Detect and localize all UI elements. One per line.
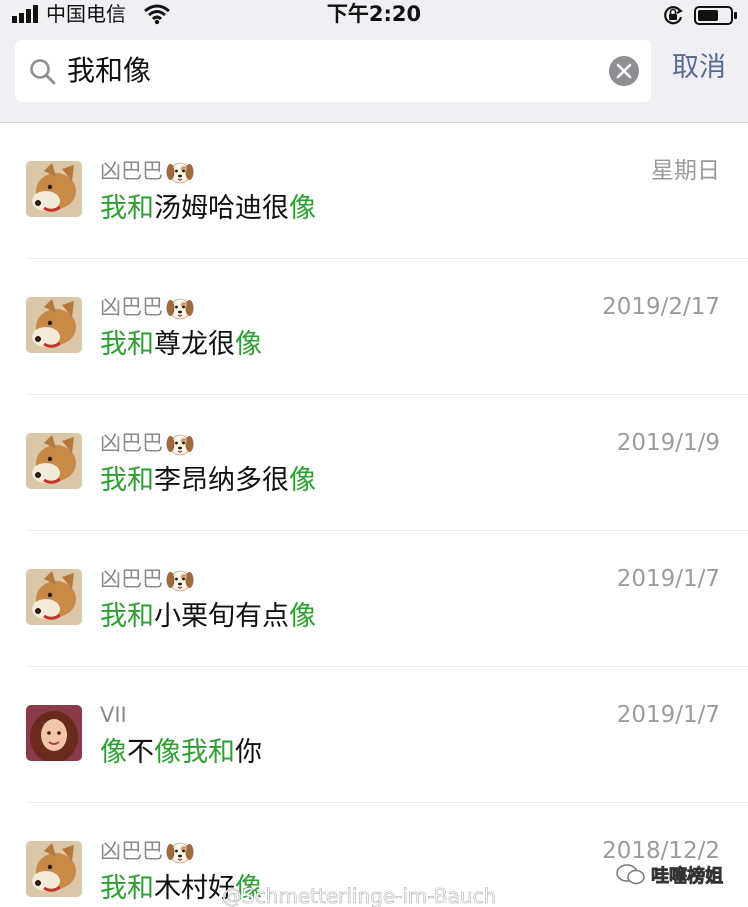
sender-label: 凶巴巴 <box>100 295 163 319</box>
dog-emoji-icon <box>166 570 194 592</box>
message-snippet: 我和汤姆哈迪很像 <box>100 191 316 227</box>
message-date: 2019/1/7 <box>616 702 720 728</box>
search-result-row[interactable]: 凶巴巴 星期日我和汤姆哈迪很像 <box>0 123 748 259</box>
search-result-row[interactable]: 凶巴巴 2019/1/9 我和李昂纳多很像 <box>0 395 748 531</box>
dog-emoji-icon <box>166 842 194 864</box>
clear-icon <box>616 63 632 79</box>
status-time: 下午2:20 <box>326 2 422 26</box>
message-snippet: 我和尊龙很像 <box>100 327 262 363</box>
search-header: 我和像 取消 <box>0 30 748 123</box>
message-text: 你 <box>235 737 262 768</box>
message-snippet: 像不像我和你 <box>100 735 262 771</box>
highlighted-match: 像 <box>289 601 316 632</box>
brand-name: 哇噻榜姐 <box>651 866 724 888</box>
sender-label: 凶巴巴 <box>100 431 163 455</box>
sender-name: VII <box>100 701 127 729</box>
wechat-icon <box>616 864 645 885</box>
highlighted-match: 像 <box>289 193 316 224</box>
highlighted-match: 我和 <box>100 329 154 360</box>
avatar <box>26 161 82 217</box>
search-result-row[interactable]: VII 2019/1/7 像不像我和你 <box>0 667 748 803</box>
highlighted-match: 我和 <box>100 465 154 496</box>
avatar <box>26 841 82 897</box>
message-text: 尊龙很 <box>154 329 235 360</box>
dog-emoji-icon <box>166 162 194 184</box>
highlighted-match: 我和 <box>100 193 154 224</box>
sender-label: VII <box>100 703 127 727</box>
message-text: 不 <box>127 737 154 768</box>
search-result-row[interactable]: 凶巴巴 2019/2/17 我和尊龙很像 <box>0 259 748 395</box>
sender-name: 凶巴巴 <box>100 837 194 865</box>
clear-search-button[interactable] <box>609 56 639 86</box>
status-bar: 中国电信 下午2:20 <box>0 0 748 30</box>
highlighted-match: 像 <box>289 465 316 496</box>
search-box[interactable]: 我和像 <box>15 40 651 102</box>
brand-watermark: 哇噻榜姐 <box>616 862 723 890</box>
highlighted-match: 像我和 <box>154 737 235 768</box>
battery-icon <box>694 6 737 25</box>
avatar <box>26 569 82 625</box>
sender-name: 凶巴巴 <box>100 293 194 321</box>
orientation-lock-icon <box>664 6 683 25</box>
message-text: 李昂纳多很 <box>154 465 289 496</box>
sender-name: 凶巴巴 <box>100 429 194 457</box>
message-snippet: 我和李昂纳多很像 <box>100 463 316 499</box>
sender-name: 凶巴巴 <box>100 565 194 593</box>
sender-name: 凶巴巴 <box>100 157 194 185</box>
message-date: 2019/1/9 <box>616 430 720 456</box>
dog-emoji-icon <box>166 434 194 456</box>
highlighted-match: 像 <box>100 737 127 768</box>
search-result-row[interactable]: 凶巴巴 2019/1/7 我和小栗旬有点像 <box>0 531 748 667</box>
search-results-list: 凶巴巴 星期日 我和汤姆哈迪很像 凶巴巴 2019/2/17 我和尊龙很像 凶巴巴 2019/… <box>0 123 748 907</box>
sender-label: 凶巴巴 <box>100 839 163 863</box>
message-text: 小栗旬有点 <box>154 601 289 632</box>
avatar <box>26 297 82 353</box>
message-snippet: 我和小栗旬有点像 <box>100 599 316 635</box>
dog-emoji-icon <box>166 298 194 320</box>
search-input[interactable]: 我和像 <box>67 40 607 102</box>
highlighted-match: 我和 <box>100 601 154 632</box>
avatar <box>26 705 82 761</box>
weibo-watermark: @Schmetterlinge-im-Bauch <box>222 884 497 907</box>
highlighted-match: 像 <box>235 329 262 360</box>
highlighted-match: 我和 <box>100 873 154 904</box>
message-date: 2019/1/7 <box>616 566 720 592</box>
message-text: 汤姆哈迪很 <box>154 193 289 224</box>
message-date: 2019/2/17 <box>602 294 720 320</box>
search-icon <box>30 59 56 85</box>
message-date: 2018/12/2 <box>602 838 720 864</box>
sender-label: 凶巴巴 <box>100 159 163 183</box>
avatar <box>26 433 82 489</box>
sender-label: 凶巴巴 <box>100 567 163 591</box>
cancel-button[interactable]: 取消 <box>672 50 726 86</box>
message-date: 星期日 <box>651 158 720 184</box>
